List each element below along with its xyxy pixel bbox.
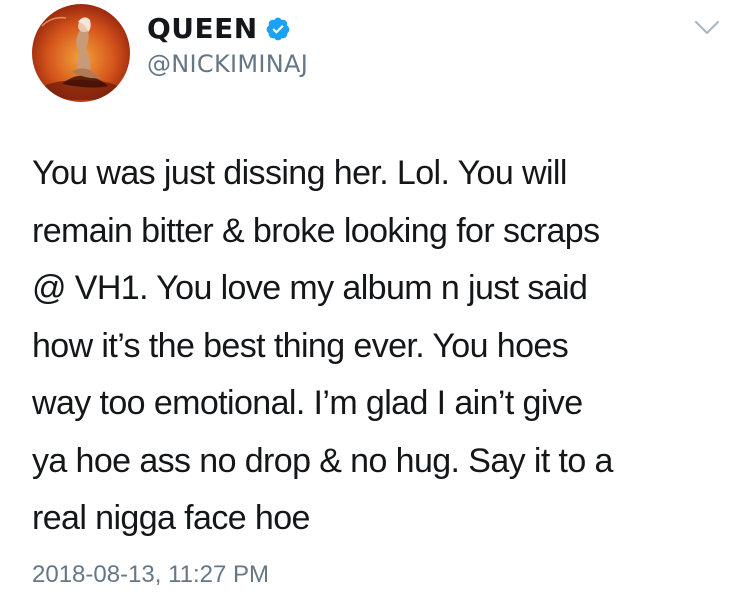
avatar-image — [41, 16, 121, 100]
author-handle[interactable]: @NICKIMINAJ — [147, 49, 308, 79]
tweet-text: You was just dissing her. Lol. You will … — [32, 154, 613, 537]
tweet-card: QUEEN @NICKIMINAJ You was just dissing h… — [0, 0, 741, 599]
chevron-down-icon — [694, 20, 720, 35]
tweet-timestamp[interactable]: 2018-08-13, 11:27 PM — [32, 560, 269, 590]
tweet-menu-button[interactable] — [690, 14, 724, 40]
display-name-text: QUEEN — [147, 12, 258, 45]
profile-avatar[interactable] — [32, 4, 130, 102]
verified-badge-icon — [265, 16, 291, 42]
author-display-name[interactable]: QUEEN — [147, 13, 291, 45]
